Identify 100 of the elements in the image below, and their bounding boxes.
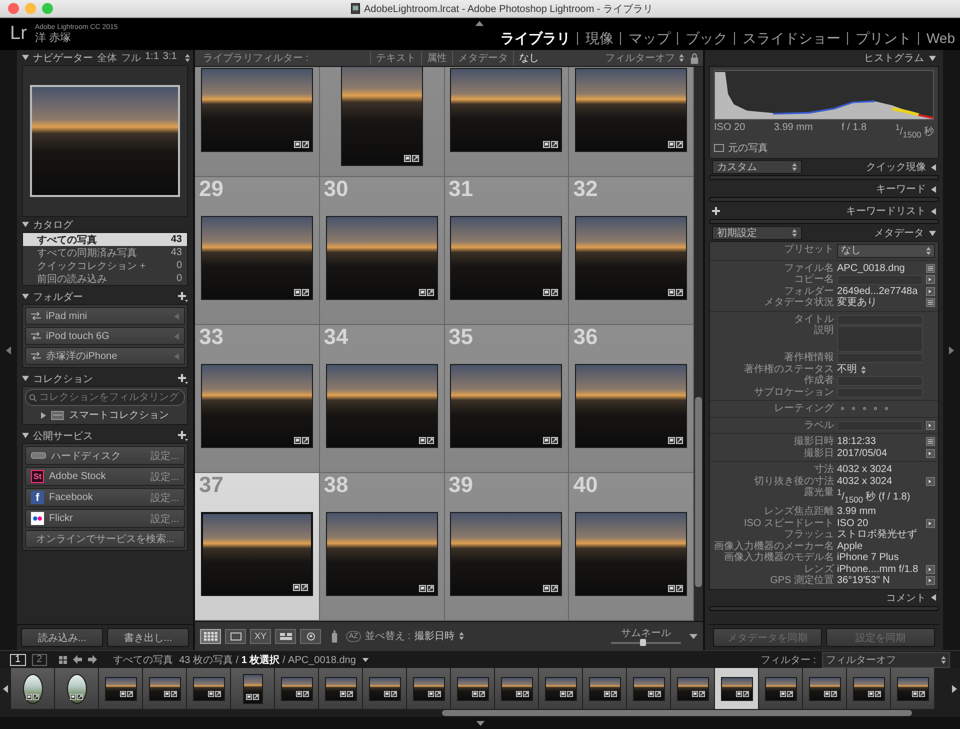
filmstrip-thumbnail[interactable] xyxy=(99,668,143,709)
copyright-status-dropdown[interactable]: 不明 xyxy=(837,364,866,376)
collapse-triangle-icon[interactable] xyxy=(931,208,936,215)
collapse-triangle-icon[interactable] xyxy=(931,594,936,602)
edit-badge-icon[interactable] xyxy=(302,436,309,444)
filmstrip-thumbnail[interactable] xyxy=(539,668,583,709)
rating-dot[interactable] xyxy=(841,407,844,410)
module-tab[interactable]: スライドショー xyxy=(734,32,848,44)
folder-item[interactable]: iPod touch 6G xyxy=(25,327,185,345)
plus-icon[interactable] xyxy=(178,374,188,384)
filmstrip-thumbnail[interactable] xyxy=(847,668,891,709)
filter-preset-dropdown[interactable]: フィルターオフ xyxy=(605,51,684,65)
speech-bubble-icon[interactable] xyxy=(668,584,676,592)
grid-cell[interactable] xyxy=(444,67,570,177)
panel-button[interactable]: 書き出し... xyxy=(107,628,189,647)
sort-dropdown[interactable]: 撮影日時 xyxy=(414,629,464,643)
stepper-icon[interactable] xyxy=(184,54,190,62)
zoom-option[interactable]: フル xyxy=(121,50,141,64)
panel-toggle-icon[interactable] xyxy=(475,21,484,26)
edit-badge-icon[interactable] xyxy=(551,436,558,444)
speech-bubble-icon[interactable] xyxy=(543,436,550,444)
rating-dot[interactable] xyxy=(885,407,888,410)
speech-bubble-icon[interactable] xyxy=(418,288,426,296)
filmstrip-thumbnail[interactable] xyxy=(583,668,627,709)
speech-bubble-icon[interactable] xyxy=(294,140,301,148)
speech-bubble-icon[interactable] xyxy=(543,288,550,296)
speech-bubble-icon[interactable] xyxy=(292,584,300,590)
edit-badge-icon[interactable] xyxy=(302,288,309,296)
slider-thumb[interactable] xyxy=(640,638,646,646)
settings-link[interactable]: 設定... xyxy=(150,470,179,484)
speech-bubble-icon[interactable] xyxy=(668,140,676,148)
people-view-button[interactable] xyxy=(300,628,321,644)
catalog-item[interactable]: すべての写真 43 xyxy=(23,233,187,246)
grid-icon[interactable] xyxy=(59,656,68,664)
disclosure-triangle-icon[interactable] xyxy=(22,432,29,439)
speech-bubble-icon[interactable] xyxy=(543,140,550,148)
filmstrip-thumbnail[interactable] xyxy=(715,668,759,709)
filter-tab[interactable]: 属性 xyxy=(420,51,452,65)
disclosure-triangle-icon[interactable] xyxy=(929,54,936,62)
expand-triangle-icon[interactable] xyxy=(41,412,46,418)
publish-service-item[interactable]: ハードディスク 設定... xyxy=(25,446,185,465)
filmstrip-thumbnail[interactable] xyxy=(363,668,407,709)
filmstrip-thumbnail[interactable] xyxy=(275,668,319,709)
scrollbar[interactable] xyxy=(694,67,703,621)
edit-badge-icon[interactable] xyxy=(300,584,308,590)
catalog-item[interactable]: クイックコレクション + 0 xyxy=(23,259,187,272)
filmstrip-thumbnail[interactable] xyxy=(803,668,847,709)
grid-view-button[interactable] xyxy=(200,628,221,644)
rating-dot[interactable] xyxy=(863,407,866,410)
spray-can-icon[interactable] xyxy=(331,628,338,644)
disclosure-triangle-icon[interactable] xyxy=(929,230,936,237)
lock-icon[interactable] xyxy=(690,52,699,64)
grid-cell[interactable] xyxy=(195,67,320,177)
module-tab[interactable]: ブック xyxy=(677,32,734,44)
panel-toggle-icon[interactable] xyxy=(949,346,954,354)
disclosure-triangle-icon[interactable] xyxy=(22,54,29,61)
publish-service-item[interactable]: Flickr 設定... xyxy=(25,509,185,528)
folder-item[interactable]: iPad mini xyxy=(25,307,185,325)
filmstrip-thumbnail[interactable] xyxy=(143,668,187,709)
scroll-left-icon[interactable] xyxy=(3,684,8,692)
collapse-triangle-icon[interactable] xyxy=(931,186,936,193)
metadata-preset-dropdown[interactable]: なし xyxy=(837,244,935,258)
list-icon[interactable] xyxy=(926,298,935,308)
filmstrip-thumbnail[interactable] xyxy=(671,668,715,709)
edit-badge-icon[interactable] xyxy=(551,140,558,148)
speech-bubble-icon[interactable] xyxy=(418,584,426,592)
disclosure-triangle-icon[interactable] xyxy=(22,293,29,300)
edit-badge-icon[interactable] xyxy=(676,584,684,592)
plus-icon[interactable] xyxy=(712,207,720,216)
panel-toggle-icon[interactable] xyxy=(476,720,484,726)
publish-service-item[interactable]: St Adobe Stock 設定... xyxy=(25,467,185,486)
module-tab[interactable]: ライブラリ xyxy=(493,32,578,44)
back-arrow-icon[interactable] xyxy=(73,655,82,664)
edit-badge-icon[interactable] xyxy=(426,584,434,592)
edit-badge-icon[interactable] xyxy=(302,140,309,148)
filmstrip-thumbnail[interactable] xyxy=(407,668,451,709)
find-services-button[interactable]: オンラインでサービスを検索... xyxy=(25,530,185,548)
window-page-button[interactable]: 1 xyxy=(10,654,26,666)
grid-cell[interactable] xyxy=(569,67,694,177)
speech-bubble-icon[interactable] xyxy=(668,288,676,296)
survey-view-button[interactable] xyxy=(275,628,296,644)
filmstrip-thumbnail[interactable] xyxy=(891,668,935,709)
checkbox[interactable] xyxy=(714,144,724,152)
panel-toggle-icon[interactable] xyxy=(6,346,11,354)
edit-badge-icon[interactable] xyxy=(676,140,684,148)
caret-icon[interactable] xyxy=(689,634,698,638)
edit-badge-icon[interactable] xyxy=(676,288,684,296)
preset-dropdown[interactable]: 初期設定 xyxy=(712,226,802,240)
collection-item[interactable]: スマートコレクション xyxy=(25,408,185,422)
zoom-option[interactable]: 1:1 xyxy=(145,50,159,64)
speech-bubble-icon[interactable] xyxy=(543,584,550,592)
filmstrip-thumbnail[interactable] xyxy=(55,668,99,709)
scrollbar-thumb[interactable] xyxy=(442,710,912,716)
edit-badge-icon[interactable] xyxy=(676,436,684,444)
filmstrip-thumbnail[interactable] xyxy=(627,668,671,709)
filter-tab[interactable]: メタデータ xyxy=(452,51,513,65)
speech-bubble-icon[interactable] xyxy=(294,436,301,444)
plus-icon[interactable] xyxy=(178,430,188,440)
module-tab[interactable]: Web xyxy=(918,32,955,44)
filmstrip-thumbnail[interactable] xyxy=(451,668,495,709)
